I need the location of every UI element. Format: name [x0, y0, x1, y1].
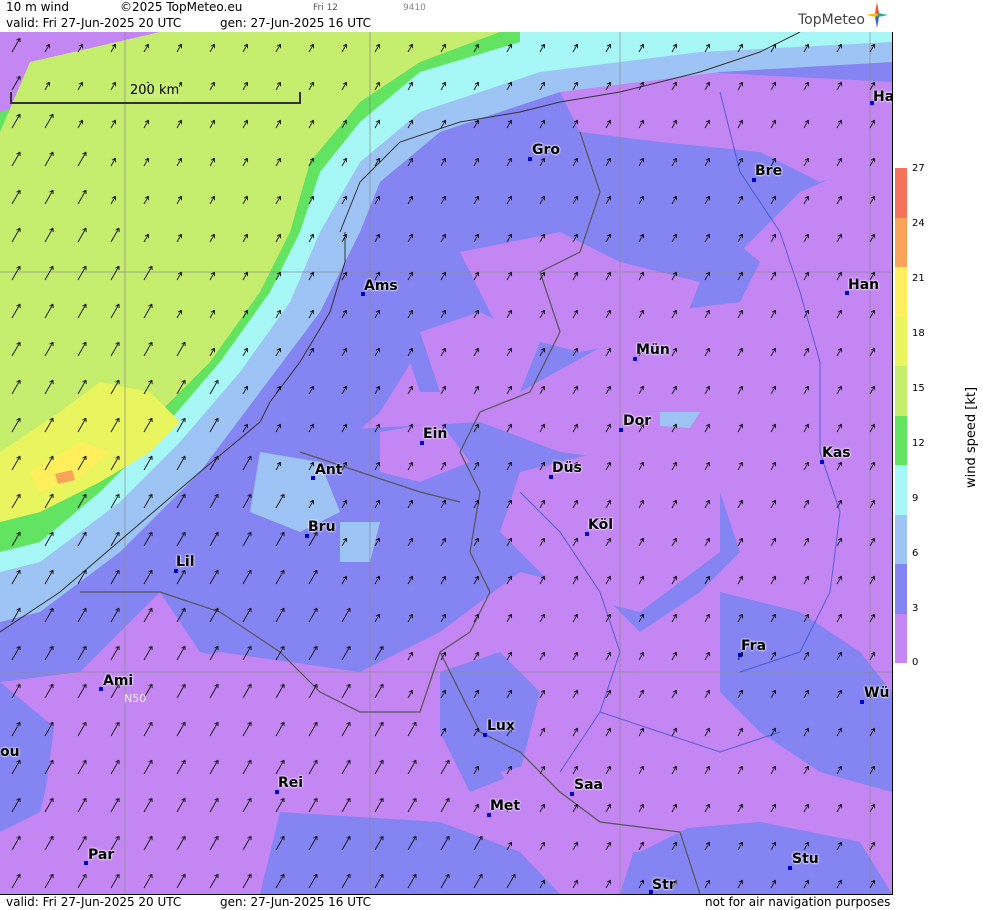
- legend-tick: 21: [912, 273, 925, 284]
- legend-tick: 27: [912, 163, 925, 174]
- map-header: 10 m wind ©2025 TopMeteo.eu Fri 12 9410 …: [0, 0, 893, 33]
- city-lil[interactable]: Lil: [174, 554, 195, 573]
- generated-time: gen: 27-Jun-2025 16 UTC: [220, 16, 372, 30]
- city-dor[interactable]: Dor: [619, 413, 651, 432]
- city-fra[interactable]: Fra: [738, 638, 766, 657]
- legend-tick: 18: [912, 328, 925, 339]
- map-footer: valid: Fri 27-Jun-2025 20 UTC gen: 27-Ju…: [0, 894, 893, 910]
- wind-field: [0, 32, 892, 894]
- legend-color-block: [895, 415, 907, 465]
- city-par[interactable]: Par: [84, 847, 114, 865]
- scale-label: 200 km: [130, 83, 180, 98]
- city-ami[interactable]: Ami: [99, 673, 133, 691]
- city-wu[interactable]: Wü: [860, 685, 889, 704]
- legend-title: wind speed [kt]: [964, 386, 979, 488]
- product-title: 10 m wind: [6, 0, 69, 14]
- wind-map: 200 km N50 Ha Gro Bre Ams Han Mün Dor Ei…: [0, 32, 893, 894]
- legend-color-block: [895, 514, 907, 564]
- legend-tick: 0: [912, 657, 919, 668]
- city-rei[interactable]: Rei: [275, 775, 303, 794]
- city-saa[interactable]: Saa: [570, 777, 603, 796]
- legend-tick: 9: [912, 493, 919, 504]
- run-code: 9410: [403, 3, 426, 13]
- city-str[interactable]: Str: [649, 877, 676, 894]
- legend-tick: 24: [912, 218, 925, 229]
- city-han[interactable]: Han: [845, 277, 879, 295]
- legend-color-block: [895, 465, 907, 515]
- legend-tick: 15: [912, 383, 925, 394]
- city-ou[interactable]: ou: [0, 744, 20, 760]
- legend-tick: 3: [912, 603, 919, 614]
- city-ha[interactable]: Ha: [870, 89, 892, 105]
- city-mun[interactable]: Mün: [633, 342, 670, 361]
- city-ant[interactable]: Ant: [311, 462, 343, 480]
- topmeteo-logo: TopMeteo: [798, 12, 865, 28]
- legend-color-block: [895, 564, 907, 614]
- legend-color-block: [895, 366, 907, 416]
- wind-speed-legend: [895, 168, 907, 663]
- footer-valid-time: valid: Fri 27-Jun-2025 20 UTC: [6, 895, 182, 909]
- forecast-step: Fri 12: [313, 3, 339, 13]
- legend-tick: 12: [912, 438, 925, 449]
- legend-color-block: [895, 267, 907, 317]
- legend-tick: 6: [912, 548, 919, 559]
- map-scale-bar: 200 km: [10, 83, 301, 104]
- city-bru[interactable]: Bru: [305, 519, 336, 538]
- compass-icon: [866, 2, 888, 28]
- legend-color-block: [895, 316, 907, 366]
- footer-generated-time: gen: 27-Jun-2025 16 UTC: [220, 895, 372, 909]
- city-ams[interactable]: Ams: [361, 278, 398, 296]
- city-lux[interactable]: Lux: [483, 718, 515, 737]
- legend-color-block: [895, 613, 907, 663]
- city-met[interactable]: Met: [487, 798, 520, 817]
- city-gro[interactable]: Gro: [528, 142, 560, 161]
- copyright: ©2025 TopMeteo.eu: [120, 0, 243, 14]
- city-dus[interactable]: Düs: [549, 460, 582, 479]
- valid-time: valid: Fri 27-Jun-2025 20 UTC: [6, 16, 182, 30]
- city-kol[interactable]: Köl: [585, 517, 613, 536]
- legend-color-block: [895, 168, 907, 218]
- legend-color-block: [895, 217, 907, 267]
- disclaimer: not for air navigation purposes: [705, 895, 891, 909]
- city-stu[interactable]: Stu: [788, 851, 819, 870]
- city-ein[interactable]: Ein: [420, 426, 447, 445]
- city-kas[interactable]: Kas: [820, 445, 851, 464]
- city-bre[interactable]: Bre: [752, 163, 782, 182]
- latitude-label: N50: [124, 692, 147, 705]
